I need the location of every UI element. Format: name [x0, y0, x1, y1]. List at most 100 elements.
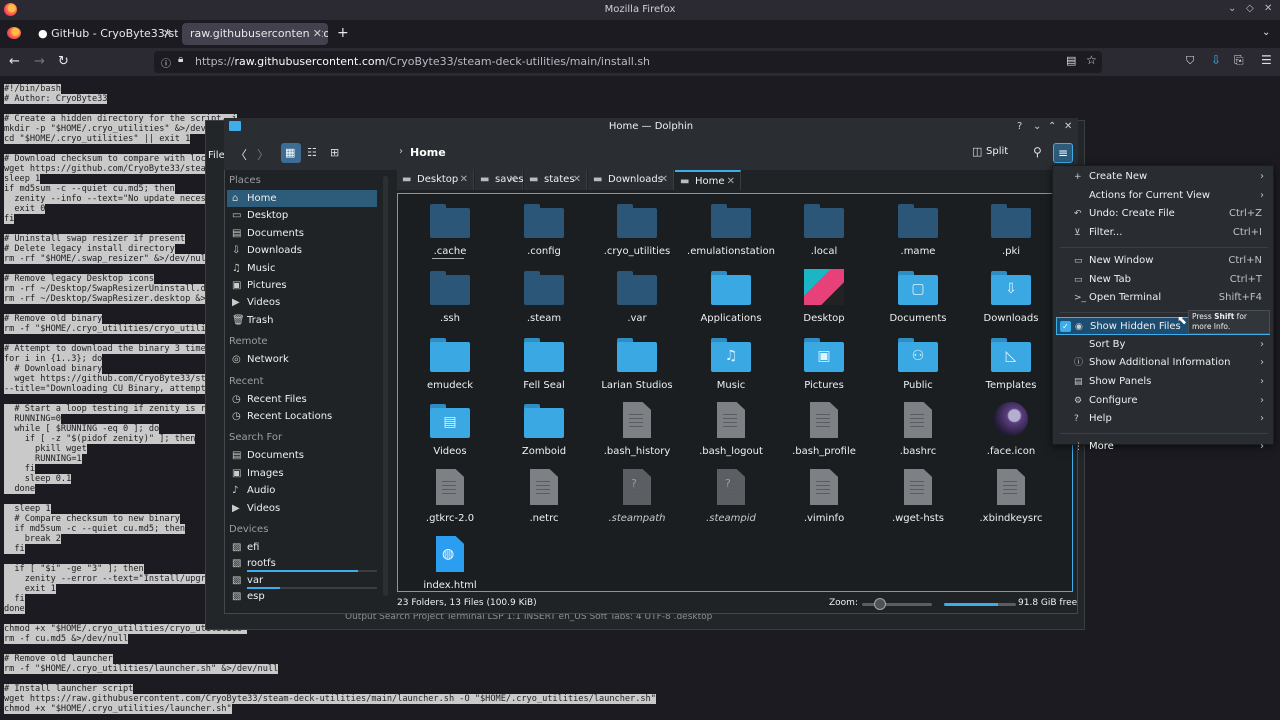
file-item[interactable]: .emulationstation	[687, 200, 775, 264]
file-item[interactable]: .bash_logout	[691, 400, 771, 464]
downloads-icon[interactable]: ⇩	[1211, 53, 1221, 67]
forward-icon[interactable]: 〉	[257, 146, 269, 163]
tab-close-icon[interactable]: ✕	[163, 23, 172, 45]
details-view-icon[interactable]: ⊞	[330, 146, 339, 159]
tab-close-icon[interactable]: ✕	[509, 170, 517, 190]
menu-item-undo-create-file[interactable]: ↶ Undo: Create File Ctrl+Z	[1056, 205, 1270, 223]
app-menu-icon[interactable]: ☰	[1261, 53, 1272, 67]
bookmark-star-icon[interactable]: ☆	[1086, 53, 1097, 67]
file-item[interactable]: ⇩ Downloads	[971, 267, 1051, 331]
file-item[interactable]: .bash_profile	[784, 400, 864, 464]
sidebar-item-search-audio[interactable]: ♪ Audio	[227, 482, 377, 499]
compact-view-icon[interactable]: ☷	[307, 146, 317, 159]
file-item[interactable]: .mame	[878, 200, 958, 264]
sidebar-item-desktop[interactable]: ▭ Desktop	[227, 207, 377, 224]
reader-view-icon[interactable]: ▤	[1066, 54, 1076, 67]
sidebar-item-pictures[interactable]: ▣ Pictures	[227, 277, 377, 294]
sidebar-item-recent[interactable]: ◷ Recent Locations	[227, 408, 377, 425]
file-item[interactable]: .cache	[410, 200, 490, 264]
tab-home[interactable]: ▬ Home ✕	[675, 170, 741, 190]
file-item[interactable]: Applications	[691, 267, 771, 331]
file-item[interactable]: Fell Seal	[504, 334, 584, 398]
file-item[interactable]: emudeck	[410, 334, 490, 398]
back-icon[interactable]: 〈	[235, 146, 247, 163]
file-item[interactable]: .xbindkeysrc	[971, 467, 1051, 531]
new-tab-icon[interactable]: +	[337, 25, 349, 41]
minimize-icon[interactable]: ⌄	[1228, 3, 1236, 14]
url-text[interactable]: https://raw.githubusercontent.com/CryoBy…	[195, 55, 650, 68]
sidebar-item-downloads[interactable]: ⇩ Downloads	[227, 242, 377, 259]
file-item[interactable]: .config	[504, 200, 584, 264]
menu-item-help[interactable]: ? Help ›	[1056, 410, 1270, 428]
file-item[interactable]: Zomboid	[504, 400, 584, 464]
file-item[interactable]: .steam	[504, 267, 584, 331]
file-item[interactable]: ◍ index.html	[410, 534, 490, 598]
file-item[interactable]: ? .steampath	[597, 467, 677, 531]
file-item[interactable]: ♫ Music	[691, 334, 771, 398]
file-item[interactable]: .bash_history	[597, 400, 677, 464]
extensions-icon[interactable]: ⎘	[1234, 53, 1244, 68]
file-item[interactable]: ? .steampid	[691, 467, 771, 531]
zoom-slider-handle[interactable]	[873, 598, 886, 610]
sidebar-item-device[interactable]: ▧ efi	[227, 539, 377, 556]
menu-item-more[interactable]: ⋮ More ›	[1056, 438, 1270, 456]
file-item[interactable]: .cryo_utilities	[597, 200, 677, 264]
back-icon[interactable]: ←	[9, 54, 20, 69]
tab-close-icon[interactable]: ✕	[573, 170, 581, 190]
sidebar-item-home[interactable]: ⌂ Home	[227, 190, 377, 207]
list-tabs-icon[interactable]: ⌄	[1262, 27, 1270, 38]
info-icon[interactable]: ⓘ	[161, 55, 171, 70]
file-item[interactable]: .face.icon	[971, 400, 1051, 464]
maximize-icon[interactable]: ⌃	[1048, 121, 1056, 132]
split-button[interactable]: Split	[986, 146, 1008, 157]
menu-item-sort-by[interactable]: Sort By ›	[1056, 336, 1270, 354]
menu-item-filter[interactable]: ⊻ Filter... Ctrl+I	[1056, 224, 1270, 242]
close-window-icon[interactable]: ✕	[1264, 3, 1272, 14]
tab-close-icon[interactable]: ✕	[309, 23, 322, 45]
tab-desktop[interactable]: ▬ Desktop ✕	[397, 170, 474, 190]
tab-raw-install[interactable]: raw.githubusercontent.com/ ✕	[182, 23, 328, 45]
menu-item-create-new[interactable]: + Create New ›	[1056, 168, 1270, 186]
file-item[interactable]: .bashrc	[878, 400, 958, 464]
help-icon[interactable]: ?	[1017, 121, 1022, 132]
forward-icon[interactable]: →	[34, 54, 45, 69]
menu-item-show-additional-information[interactable]: ⓘ Show Additional Information ›	[1056, 354, 1270, 372]
tab-close-icon[interactable]: ✕	[660, 170, 668, 190]
sidebar-item-search-images[interactable]: ▣ Images	[227, 465, 377, 482]
file-item[interactable]: ▢ Documents	[878, 267, 958, 331]
menu-item-actions-for-current-view[interactable]: Actions for Current View ›	[1056, 187, 1270, 205]
sidebar-item-trash[interactable]: 🗑︎ Trash	[227, 312, 377, 329]
tab-github[interactable]: ● GitHub - CryoByte33/ste ✕	[30, 23, 178, 45]
firefox-view-icon[interactable]	[7, 27, 21, 39]
menu-item-configure[interactable]: ⚙ Configure ›	[1056, 392, 1270, 410]
file-item[interactable]: Desktop	[784, 267, 864, 331]
zoom-slider[interactable]	[862, 603, 932, 606]
tab-close-icon[interactable]: ✕	[460, 170, 468, 190]
sidebar-scrollbar[interactable]	[383, 176, 388, 596]
file-item[interactable]: .local	[784, 200, 864, 264]
breadcrumb[interactable]: Home	[410, 146, 446, 159]
maximize-icon[interactable]: ◇	[1246, 3, 1254, 14]
editor-menu-file[interactable]: File	[208, 150, 225, 161]
sidebar-item-device[interactable]: ▧ var	[227, 572, 377, 589]
file-item[interactable]: ▤ Videos	[410, 400, 490, 464]
file-item[interactable]: .netrc	[504, 467, 584, 531]
tab-saves[interactable]: ▬ saves ✕	[475, 170, 524, 190]
menu-item-show-panels[interactable]: ▤ Show Panels ›	[1056, 373, 1270, 391]
menu-item-new-tab[interactable]: ▭ New Tab Ctrl+T	[1056, 271, 1270, 289]
sidebar-item-search-documents[interactable]: ▤ Documents	[227, 447, 377, 464]
close-icon[interactable]: ✕	[1064, 121, 1072, 132]
sidebar-item-network[interactable]: ◎ Network	[227, 351, 377, 368]
reload-icon[interactable]: ↻	[58, 54, 69, 69]
minimize-icon[interactable]: ⌄	[1033, 121, 1041, 132]
hamburger-menu-button[interactable]: ≡	[1053, 143, 1073, 163]
file-item[interactable]: ▣ Pictures	[784, 334, 864, 398]
file-item[interactable]: .viminfo	[784, 467, 864, 531]
tab-downloads[interactable]: ▬ Downloads ✕	[588, 170, 674, 190]
sidebar-item-documents[interactable]: ▤ Documents	[227, 225, 377, 242]
file-item[interactable]: ◺ Templates	[971, 334, 1051, 398]
tab-states[interactable]: ▬ states ✕	[524, 170, 587, 190]
file-item[interactable]: .pki	[971, 200, 1051, 264]
file-item[interactable]: .var	[597, 267, 677, 331]
file-item[interactable]: ⚇ Public	[878, 334, 958, 398]
